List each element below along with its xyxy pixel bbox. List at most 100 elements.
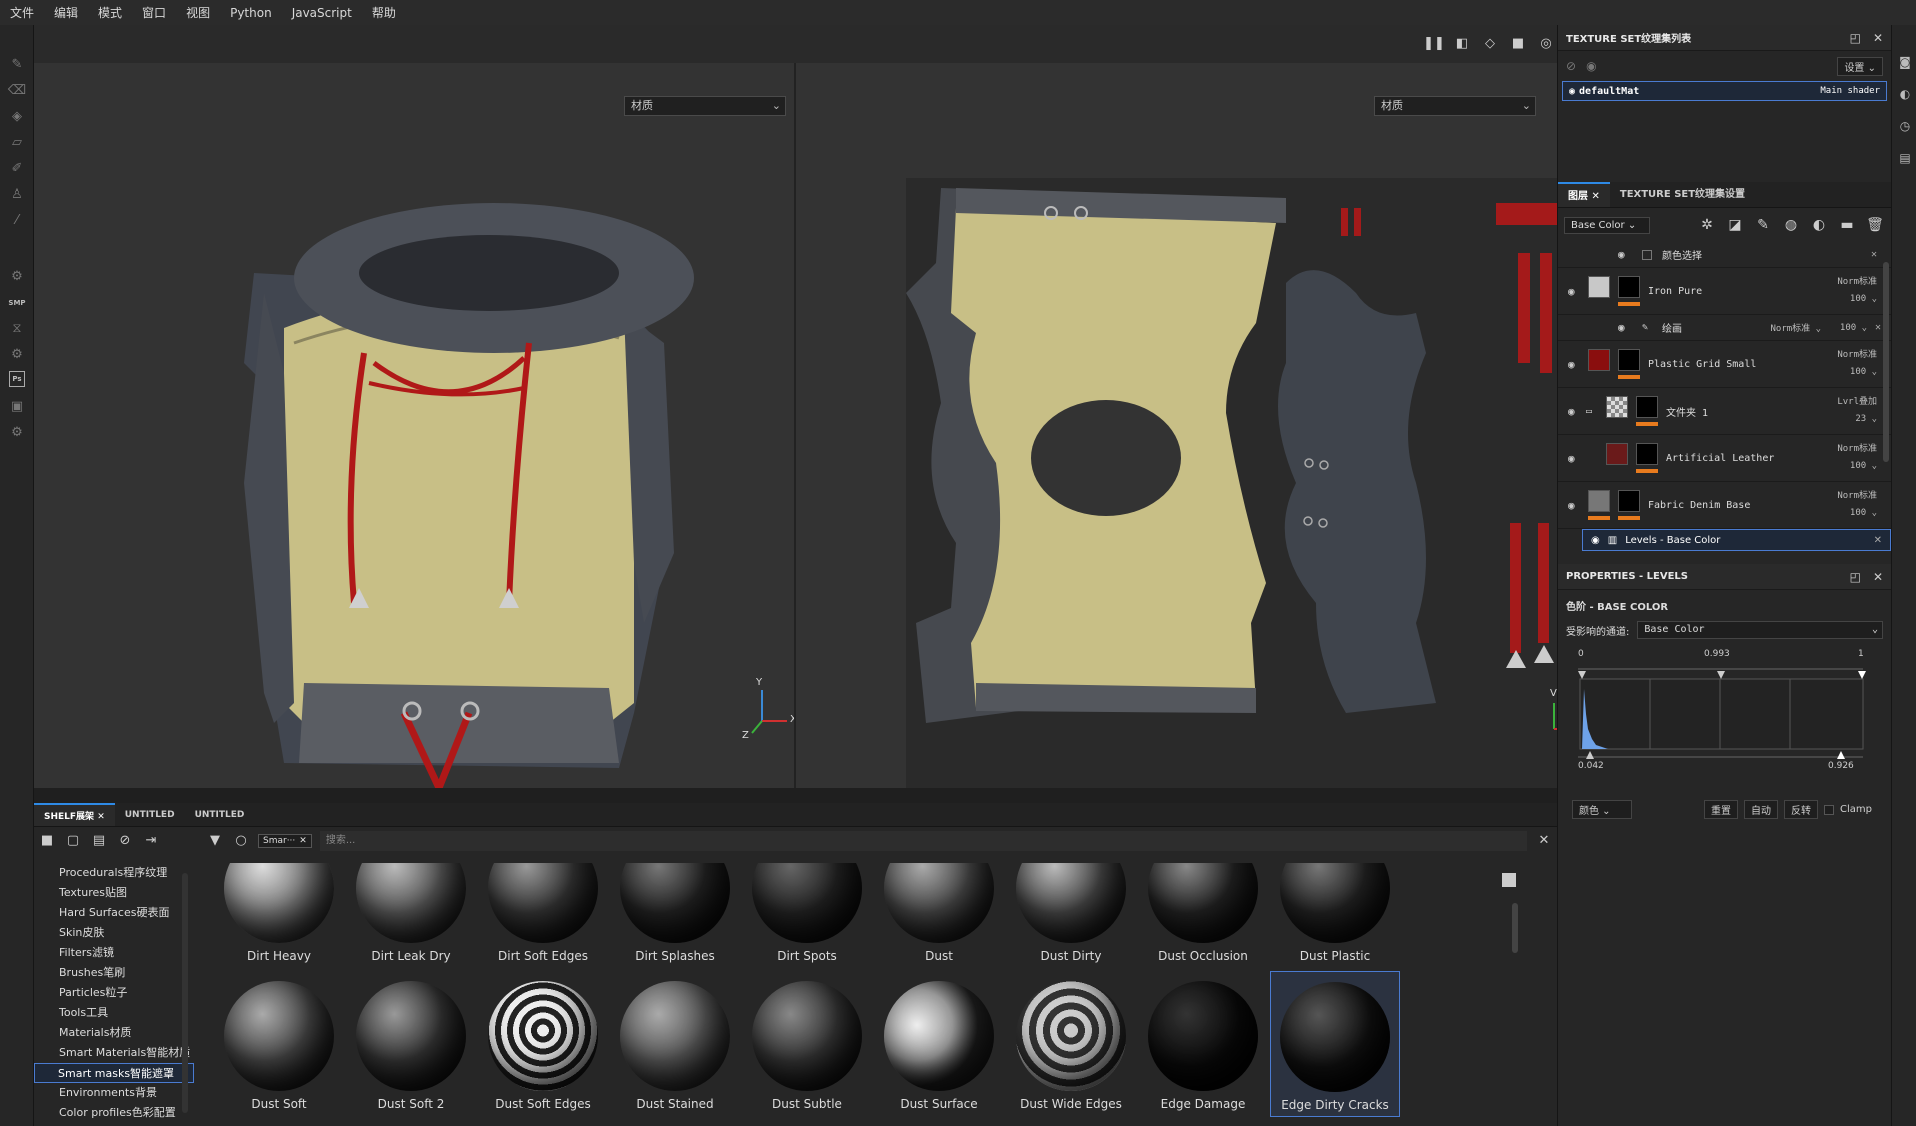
projection-icon[interactable]: ◈ — [7, 107, 27, 127]
shelf-item[interactable]: Dust Stained — [610, 971, 740, 1117]
close-icon[interactable]: ✕ — [299, 836, 307, 846]
layer-blend-mode[interactable]: Norm标准 ⌄ — [1770, 321, 1821, 334]
add-mask-icon[interactable]: ◪ — [1725, 215, 1745, 235]
layer-opacity[interactable]: 100 ⌄ — [1850, 294, 1877, 304]
shelf-item[interactable]: Dust Subtle — [742, 971, 872, 1117]
shelf-item[interactable]: Dust — [874, 863, 1004, 969]
screenshot-camera-icon[interactable]: ◎ — [1535, 33, 1557, 55]
layer-blend-mode[interactable]: Norm标准 — [1837, 441, 1877, 454]
layer-row[interactable]: ◉ Plastic Grid Small Norm标准 100 ⌄ — [1558, 341, 1891, 388]
export-icon[interactable]: ▣ — [7, 397, 27, 417]
close-icon[interactable]: ✕ — [1874, 535, 1882, 546]
menu-window[interactable]: 窗口 — [132, 4, 176, 21]
new-folder-icon[interactable]: ▢ — [64, 832, 82, 850]
camera-video-icon[interactable]: ■ — [1507, 33, 1529, 55]
plugin-icon[interactable]: ⚙ — [7, 345, 27, 365]
checkbox-icon[interactable] — [1642, 249, 1652, 260]
menu-edit[interactable]: 编辑 — [44, 4, 88, 21]
shelf-item[interactable]: Edge Damage — [1138, 971, 1268, 1117]
close-icon[interactable]: ✕ — [1873, 31, 1883, 45]
add-fill-layer-icon[interactable]: ◍ — [1781, 215, 1801, 235]
history-icon[interactable]: ◷ — [1896, 119, 1914, 137]
levels-mode-select[interactable]: 颜色 ⌄ — [1572, 800, 1632, 819]
database-icon[interactable]: ▤ — [90, 832, 108, 850]
invert-button[interactable]: 反转 — [1784, 800, 1819, 819]
shelf-item[interactable]: Dirt Leak Dry — [346, 863, 476, 969]
shelf-item[interactable]: Dust Dirty — [1006, 863, 1136, 969]
layer-blend-mode[interactable]: Lvrl叠加 — [1837, 394, 1877, 407]
texture-set-settings-button[interactable]: 设置 ⌄ — [1837, 56, 1883, 76]
menu-file[interactable]: 文件 — [0, 4, 44, 21]
layer-blend-mode[interactable]: Norm标准 — [1837, 347, 1877, 360]
eye-icon[interactable]: ◉ — [1591, 535, 1600, 546]
refresh-icon[interactable]: ○ — [232, 832, 250, 850]
category-item[interactable]: Tools工具 — [34, 1003, 194, 1023]
eye-icon[interactable]: ◉ — [1568, 405, 1575, 418]
shelf-scrollbar[interactable] — [1512, 903, 1518, 953]
shelf-item[interactable]: Dirt Spots — [742, 863, 872, 969]
layer-opacity[interactable]: 23 ⌄ — [1855, 414, 1877, 424]
eraser-icon[interactable]: ⌫ — [7, 81, 27, 101]
polygon-fill-icon[interactable]: ▱ — [7, 133, 27, 153]
shelf-item[interactable]: Dust Soft Edges — [478, 971, 608, 1117]
layer-blend-mode[interactable]: Norm标准 — [1837, 488, 1877, 501]
category-item[interactable]: Hard Surfaces硬表面 — [34, 903, 194, 923]
link-icon[interactable]: ⊘ — [1566, 59, 1576, 73]
filter-icon[interactable]: ▼ — [206, 832, 224, 850]
category-item[interactable]: Smart Materials智能材质 — [34, 1043, 194, 1063]
add-effect-icon[interactable]: ✲ — [1697, 215, 1717, 235]
color-picker-icon[interactable]: ⁄ — [7, 211, 27, 231]
shelf-item[interactable]: Dust Occlusion — [1138, 863, 1268, 969]
shelf-item[interactable]: Dust Plastic — [1270, 863, 1400, 969]
tab-untitled-1[interactable]: UNTITLED — [115, 803, 185, 826]
category-item[interactable]: Color profiles色彩配置 — [34, 1103, 194, 1123]
split-view-icon[interactable]: ◧ — [1451, 33, 1473, 55]
menu-mode[interactable]: 模式 — [88, 4, 132, 21]
photoshop-icon[interactable]: Ps — [9, 371, 25, 387]
category-item[interactable]: Particles粒子 — [34, 983, 194, 1003]
category-item[interactable]: Textures贴图 — [34, 883, 194, 903]
shelf-item[interactable]: Dirt Splashes — [610, 863, 740, 969]
layer-row[interactable]: ◉ Artificial Leather Norm标准 100 ⌄ — [1558, 435, 1891, 482]
import-icon[interactable]: ⇥ — [142, 832, 160, 850]
eye-icon[interactable]: ◉ — [1569, 86, 1575, 97]
settings-gear-icon[interactable]: ⚙ — [7, 267, 27, 287]
shelf-item[interactable]: Dirt Soft Edges — [478, 863, 608, 969]
categories-scrollbar[interactable] — [182, 873, 188, 1113]
substance-icon[interactable]: ⚙ — [7, 423, 27, 443]
shelf-item[interactable]: Dust Surface — [874, 971, 1004, 1117]
add-smart-material-icon[interactable]: ◐ — [1809, 215, 1829, 235]
tab-shelf[interactable]: SHELF展架 ✕ — [34, 803, 115, 826]
texture-set-row[interactable]: ◉ defaultMat Main shader — [1562, 81, 1887, 101]
layer-row-sub[interactable]: ◉ ✎ 绘画 Norm标准 ⌄ 100 ⌄ ✕ — [1558, 315, 1891, 341]
shelf-item[interactable]: Dirt Heavy — [214, 863, 344, 969]
layer-row-folder[interactable]: ◉ ▭ 文件夹 1 Lvrl叠加 23 ⌄ — [1558, 388, 1891, 435]
layer-opacity[interactable]: 100 ⌄ — [1850, 461, 1877, 471]
eye-icon[interactable]: ◉ — [1568, 499, 1575, 512]
reset-button[interactable]: 重置 — [1704, 800, 1739, 819]
layer-opacity[interactable]: 100 ⌄ — [1850, 367, 1877, 377]
filter-chip[interactable]: Smar··· ✕ — [258, 834, 312, 848]
smp-icon[interactable]: SMP — [7, 293, 27, 313]
layer-opacity[interactable]: 100 ⌄ — [1840, 323, 1867, 333]
eye-icon[interactable]: ◉ — [1586, 59, 1596, 73]
close-icon[interactable]: ✕ — [1535, 832, 1553, 850]
category-item[interactable]: Skin皮肤 — [34, 923, 194, 943]
shelf-item[interactable]: Dust Soft — [214, 971, 344, 1117]
clone-stamp-icon[interactable]: ♙ — [7, 185, 27, 205]
category-item[interactable]: Materials材质 — [34, 1023, 194, 1043]
menu-python[interactable]: Python — [220, 6, 282, 20]
category-item[interactable]: Brushes笔刷 — [34, 963, 194, 983]
pause-icon[interactable]: ❚❚ — [1423, 33, 1445, 55]
float-panel-icon[interactable]: ◰ — [1850, 570, 1861, 584]
close-icon[interactable]: ✕ — [1871, 249, 1877, 260]
levels-effect-row[interactable]: ◉ ▥ Levels - Base Color ✕ — [1582, 529, 1891, 551]
layer-row-sub[interactable]: ◉ 颜色选择 ✕ — [1558, 242, 1891, 268]
menu-help[interactable]: 帮助 — [362, 4, 406, 21]
hide-icon[interactable]: ⊘ — [116, 832, 134, 850]
tab-untitled-2[interactable]: UNTITLED — [185, 803, 255, 826]
viewport-2d-uv[interactable]: 材质 ⌄ V — [796, 63, 1557, 788]
category-item[interactable]: Environments背景 — [34, 1083, 194, 1103]
category-item-active[interactable]: Smart masks智能遮罩 — [34, 1063, 194, 1083]
layer-blend-mode[interactable]: Norm标准 — [1837, 274, 1877, 287]
